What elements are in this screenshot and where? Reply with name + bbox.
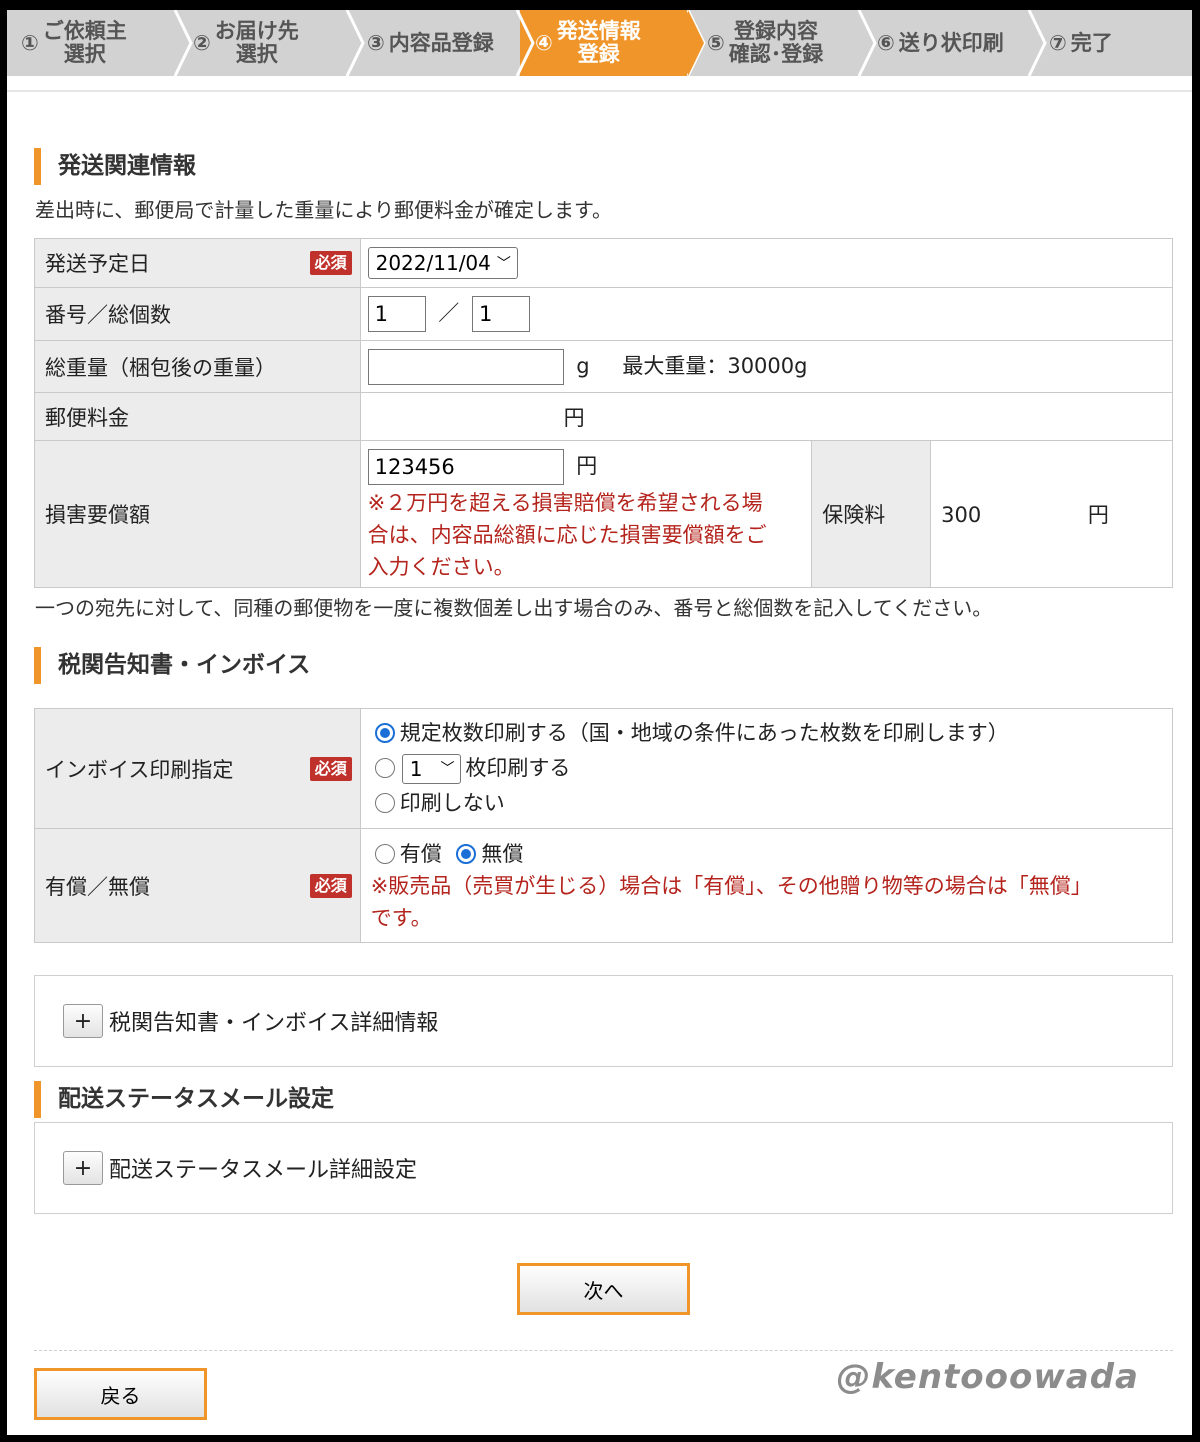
step-1: ① ご依頼主 選択 (21, 19, 127, 66)
weight-label: 総重量（梱包後の重量） (34, 340, 361, 393)
free-option[interactable]: 無償 (456, 842, 523, 866)
damage-input[interactable]: 123456 (367, 449, 564, 485)
radio-icon[interactable] (374, 843, 395, 864)
print-count-select[interactable]: 1 ﹀ (401, 754, 462, 784)
next-button[interactable]: 次へ (517, 1263, 690, 1315)
step-2: ② お届け先 選択 (193, 19, 299, 66)
option-count-print[interactable]: 1 ﹀ 枚印刷する (374, 751, 1172, 786)
postage-unit: 円 (563, 405, 585, 430)
weight-unit: g (576, 353, 590, 378)
radio-selected-icon[interactable] (374, 723, 395, 743)
count-label: 番号／総個数 (34, 287, 361, 341)
step-3: ③ 内容品登録 (367, 30, 494, 55)
step-6: ⑥ 送り状印刷 (877, 30, 1004, 55)
expand-plus-icon[interactable]: + (63, 1151, 103, 1185)
paid-label: 有償／無償 必須 (34, 828, 361, 943)
radio-icon[interactable] (374, 793, 395, 813)
insurance-unit: 円 (1087, 503, 1109, 527)
radio-selected-icon[interactable] (456, 843, 477, 864)
step-5: ⑤ 登録内容 確認･登録 (707, 19, 824, 66)
shipping-heading: 発送関連情報 (34, 148, 196, 185)
count-footnote: 一つの宛先に対して、同種の郵便物を一度に複数個差し出す場合のみ、番号と総個数を記… (35, 596, 993, 620)
insurance-value: 300 (941, 503, 982, 527)
option-no-print[interactable]: 印刷しない (374, 786, 1172, 821)
weight-max: 最大重量：30000g (622, 353, 808, 378)
damage-unit: 円 (576, 454, 598, 478)
paid-option[interactable]: 有償 (374, 842, 442, 866)
insurance-label: 保険料 (811, 440, 932, 588)
radio-icon[interactable] (374, 758, 395, 778)
invoice-detail-panel: + 税関告知書・インボイス詳細情報 (34, 975, 1173, 1067)
invoice-heading: 税関告知書・インボイス (34, 647, 310, 684)
required-badge: 必須 (309, 756, 352, 781)
invoice-detail-label[interactable]: 税関告知書・インボイス詳細情報 (109, 1005, 438, 1037)
ship-date-select[interactable]: 2022/11/04 ﹀ (367, 247, 518, 279)
expand-plus-icon[interactable]: + (63, 1004, 103, 1038)
damage-warning: ※２万円を超える損害賠償を希望される場 合は、内容品総額に応じた損害要償額をご … (367, 491, 767, 579)
shipping-table: 発送予定日 必須 2022/11/04 ﹀ 番号／総個数 1 ／ 1 総重量（梱包後… (34, 238, 1174, 588)
mail-detail-label[interactable]: 配送ステータスメール詳細設定 (109, 1152, 417, 1184)
weight-input[interactable] (367, 348, 564, 385)
count-total-input[interactable]: 1 (471, 296, 530, 332)
chevron-down-icon: ﹀ (440, 760, 455, 777)
mail-detail-panel: + 配送ステータスメール詳細設定 (34, 1122, 1173, 1214)
progress-steps: ① ご依頼主 選択 ② お届け先 選択 ③ 内容品登録 ④ 発送情報 登録 ⑤ 登録内… (7, 10, 1192, 76)
page-frame: ① ご依頼主 選択 ② お届け先 選択 ③ 内容品登録 ④ 発送情報 登録 ⑤ 登録内… (7, 10, 1192, 1435)
paid-warning: ※販売品（売買が生じる）場合は「有償」、その他贈り物等の場合は「無償」 です。 (370, 873, 1092, 930)
divider (34, 1350, 1173, 1351)
count-separator: ／ (438, 301, 460, 325)
chevron-down-icon: ﹀ (496, 256, 511, 272)
required-badge: 必須 (309, 873, 352, 898)
postage-label: 郵便料金 (34, 392, 361, 441)
watermark: @kentooowada (836, 1357, 1139, 1397)
invoice-print-label: インボイス印刷指定 必須 (34, 708, 361, 829)
damage-label: 損害要償額 (34, 440, 361, 588)
invoice-table: インボイス印刷指定 必須 規定枚数印刷する（国・地域の条件にあった枚数を印刷します… (34, 708, 1174, 943)
step-7: ⑦ 完了 (1049, 30, 1113, 55)
ship-date-label: 発送予定日 必須 (34, 238, 361, 288)
shipping-note: 差出時に、郵便局で計量した重量により郵便料金が確定します。 (35, 198, 612, 222)
divider (7, 90, 1192, 92)
step-4-active: ④ 発送情報 登録 (535, 19, 641, 66)
option-default-print[interactable]: 規定枚数印刷する（国・地域の条件にあった枚数を印刷します） (374, 716, 1172, 751)
mail-heading: 配送ステータスメール設定 (34, 1081, 334, 1118)
count-number-input[interactable]: 1 (367, 296, 426, 332)
required-badge: 必須 (309, 251, 352, 275)
back-button[interactable]: 戻る (34, 1368, 207, 1420)
